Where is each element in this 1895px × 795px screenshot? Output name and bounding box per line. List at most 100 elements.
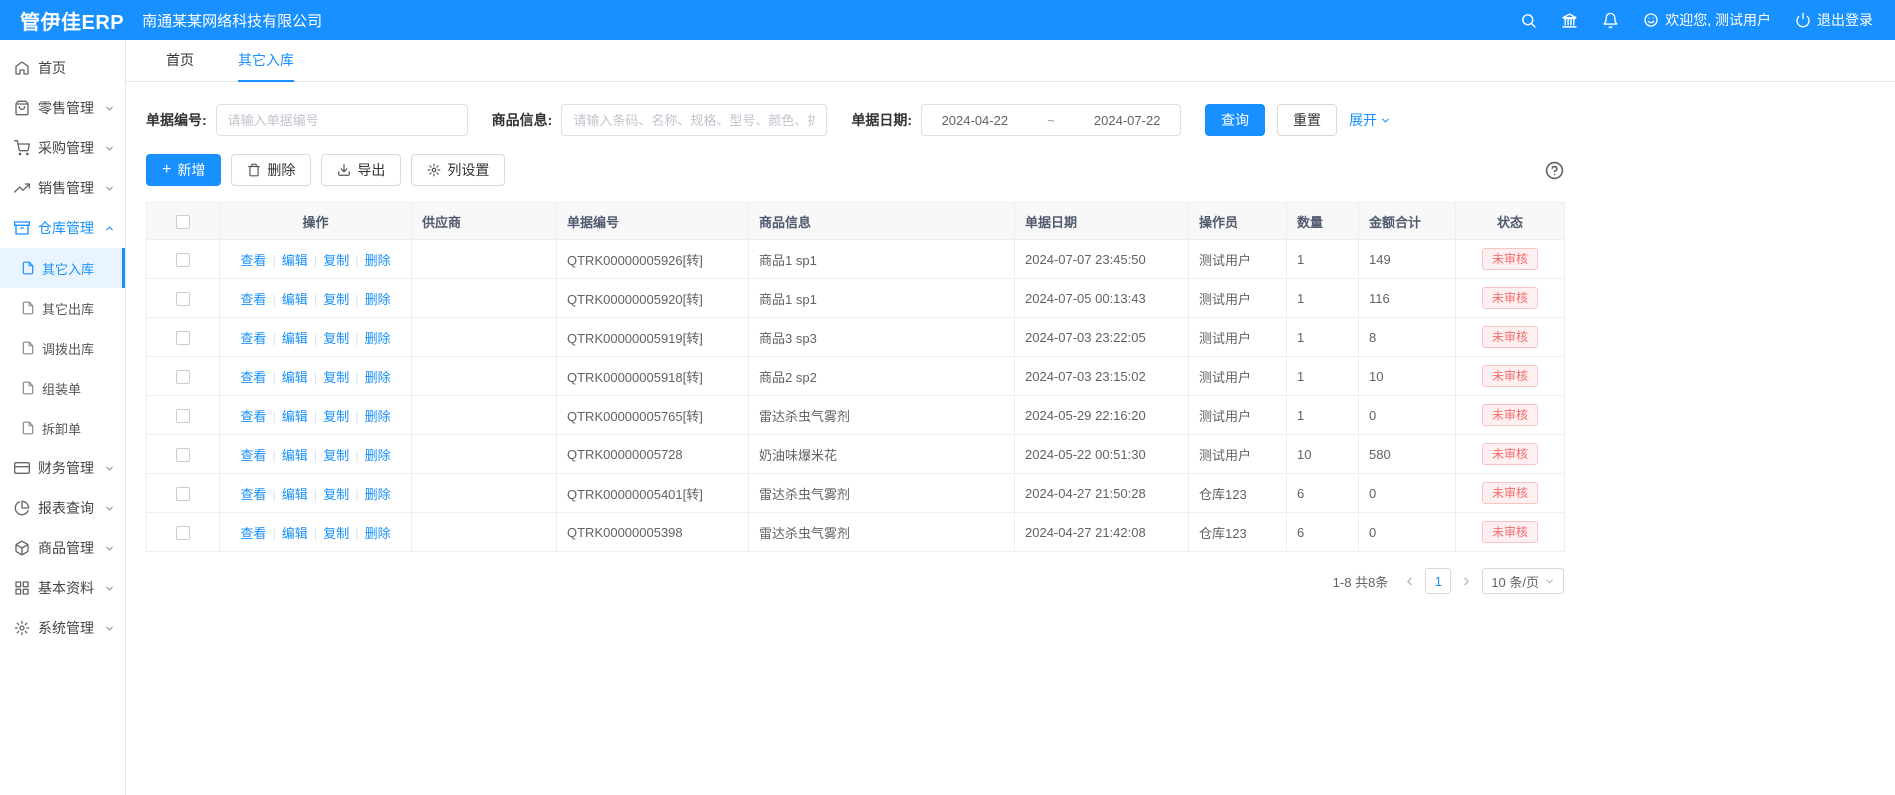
edit-link[interactable]: 编辑	[282, 370, 308, 385]
sidebar-subitem-assembly[interactable]: 组装单	[0, 368, 125, 408]
delete-link[interactable]: 删除	[365, 331, 391, 346]
date-to-value[interactable]: 2024-07-22	[1094, 113, 1161, 128]
copy-link[interactable]: 复制	[323, 331, 349, 346]
copy-link[interactable]: 复制	[323, 409, 349, 424]
chevron-down-icon	[104, 463, 115, 474]
cell-supplier	[412, 513, 557, 552]
view-link[interactable]: 查看	[240, 331, 266, 346]
cell-operator: 仓库123	[1189, 513, 1287, 552]
date-range-picker[interactable]: 2024-04-22 ~ 2024-07-22	[921, 104, 1181, 136]
next-page-button[interactable]	[1460, 575, 1473, 588]
row-checkbox[interactable]	[176, 253, 190, 267]
delete-link[interactable]: 删除	[365, 253, 391, 268]
delete-link[interactable]: 删除	[365, 409, 391, 424]
logout-button[interactable]: 退出登录	[1795, 10, 1873, 30]
row-checkbox[interactable]	[176, 526, 190, 540]
welcome-user[interactable]: 欢迎您, 测试用户	[1643, 10, 1771, 30]
row-checkbox[interactable]	[176, 370, 190, 384]
page-size-value: 10 条/页	[1491, 572, 1539, 591]
help-icon[interactable]	[1545, 161, 1564, 180]
sidebar-item-purchase[interactable]: 采购管理	[0, 128, 125, 168]
copy-link[interactable]: 复制	[323, 487, 349, 502]
prev-page-button[interactable]	[1403, 575, 1416, 588]
row-checkbox[interactable]	[176, 292, 190, 306]
edit-link[interactable]: 编辑	[282, 409, 308, 424]
column-settings-button[interactable]: 列设置	[411, 154, 505, 186]
date-from-value[interactable]: 2024-04-22	[942, 113, 1009, 128]
sidebar-subitem-other-outbound[interactable]: 其它出库	[0, 288, 125, 328]
edit-link[interactable]: 编辑	[282, 526, 308, 541]
sidebar-item-products[interactable]: 商品管理	[0, 528, 125, 568]
cell-operator: 测试用户	[1189, 435, 1287, 474]
copy-link[interactable]: 复制	[323, 253, 349, 268]
sidebar-item-sales[interactable]: 销售管理	[0, 168, 125, 208]
retail-icon	[14, 100, 30, 116]
page-size-select[interactable]: 10 条/页	[1482, 568, 1564, 594]
edit-link[interactable]: 编辑	[282, 292, 308, 307]
sidebar-item-finance[interactable]: 财务管理	[0, 448, 125, 488]
view-link[interactable]: 查看	[240, 292, 266, 307]
export-label: 导出	[357, 160, 385, 180]
column-settings-label: 列设置	[447, 160, 489, 180]
expand-filters-link[interactable]: 展开	[1349, 110, 1391, 130]
delete-link[interactable]: 删除	[365, 292, 391, 307]
view-link[interactable]: 查看	[240, 487, 266, 502]
tab-home[interactable]: 首页	[166, 40, 194, 82]
table-row: 查看|编辑|复制|删除 QTRK00000005918[转] 商品2 sp2 2…	[147, 357, 1565, 396]
delete-link[interactable]: 删除	[365, 487, 391, 502]
sidebar-item-retail[interactable]: 零售管理	[0, 88, 125, 128]
sidebar-subitem-transfer-outbound[interactable]: 调拨出库	[0, 328, 125, 368]
status-badge: 未审核	[1482, 326, 1538, 348]
view-link[interactable]: 查看	[240, 253, 266, 268]
view-link[interactable]: 查看	[240, 526, 266, 541]
bank-icon[interactable]	[1561, 12, 1578, 29]
cell-bill-no: QTRK00000005765[转]	[557, 396, 749, 435]
delete-button[interactable]: 删除	[231, 154, 311, 186]
copy-link[interactable]: 复制	[323, 370, 349, 385]
edit-link[interactable]: 编辑	[282, 448, 308, 463]
sidebar-subitem-disassembly[interactable]: 拆卸单	[0, 408, 125, 448]
sidebar-item-home[interactable]: 首页	[0, 48, 125, 88]
row-checkbox[interactable]	[176, 409, 190, 423]
product-info-input[interactable]	[561, 104, 827, 136]
finance-icon	[14, 460, 30, 476]
search-icon[interactable]	[1520, 12, 1537, 29]
edit-link[interactable]: 编辑	[282, 253, 308, 268]
tab-other-inbound[interactable]: 其它入库	[238, 40, 294, 82]
delete-link[interactable]: 删除	[365, 370, 391, 385]
page-number-1[interactable]: 1	[1425, 568, 1451, 594]
sidebar-item-system[interactable]: 系统管理	[0, 608, 125, 648]
select-all-checkbox[interactable]	[176, 215, 190, 229]
search-button[interactable]: 查询	[1205, 104, 1265, 136]
export-button[interactable]: 导出	[321, 154, 401, 186]
row-checkbox[interactable]	[176, 331, 190, 345]
cell-date: 2024-07-07 23:45:50	[1015, 240, 1189, 279]
reset-button[interactable]: 重置	[1277, 104, 1337, 136]
sidebar-item-reports[interactable]: 报表查询	[0, 488, 125, 528]
pagination: 1-8 共8条 1 10 条/页	[146, 568, 1564, 594]
delete-link[interactable]: 删除	[365, 448, 391, 463]
view-link[interactable]: 查看	[240, 448, 266, 463]
delete-link[interactable]: 删除	[365, 526, 391, 541]
row-checkbox[interactable]	[176, 487, 190, 501]
row-checkbox[interactable]	[176, 448, 190, 462]
edit-link[interactable]: 编辑	[282, 487, 308, 502]
edit-link[interactable]: 编辑	[282, 331, 308, 346]
status-badge: 未审核	[1482, 521, 1538, 543]
sidebar-item-warehouse[interactable]: 仓库管理	[0, 208, 125, 248]
bill-no-input[interactable]	[216, 104, 468, 136]
view-link[interactable]: 查看	[240, 370, 266, 385]
pagination-total: 1-8 共8条	[1333, 572, 1389, 591]
table-header-row: 操作 供应商 单据编号 商品信息 单据日期 操作员 数量 金额合计 状态	[147, 203, 1565, 240]
notification-bell-icon[interactable]	[1602, 12, 1619, 29]
copy-link[interactable]: 复制	[323, 526, 349, 541]
sidebar-item-base-data[interactable]: 基本资料	[0, 568, 125, 608]
view-link[interactable]: 查看	[240, 409, 266, 424]
copy-link[interactable]: 复制	[323, 292, 349, 307]
plus-icon: +	[162, 162, 171, 178]
add-button[interactable]: + 新增	[146, 154, 221, 186]
col-header-qty: 数量	[1287, 203, 1359, 240]
sidebar: 首页 零售管理 采购管理 销售管理 仓库管理 其它入库 其	[0, 40, 126, 795]
copy-link[interactable]: 复制	[323, 448, 349, 463]
sidebar-subitem-other-inbound[interactable]: 其它入库	[0, 248, 125, 288]
